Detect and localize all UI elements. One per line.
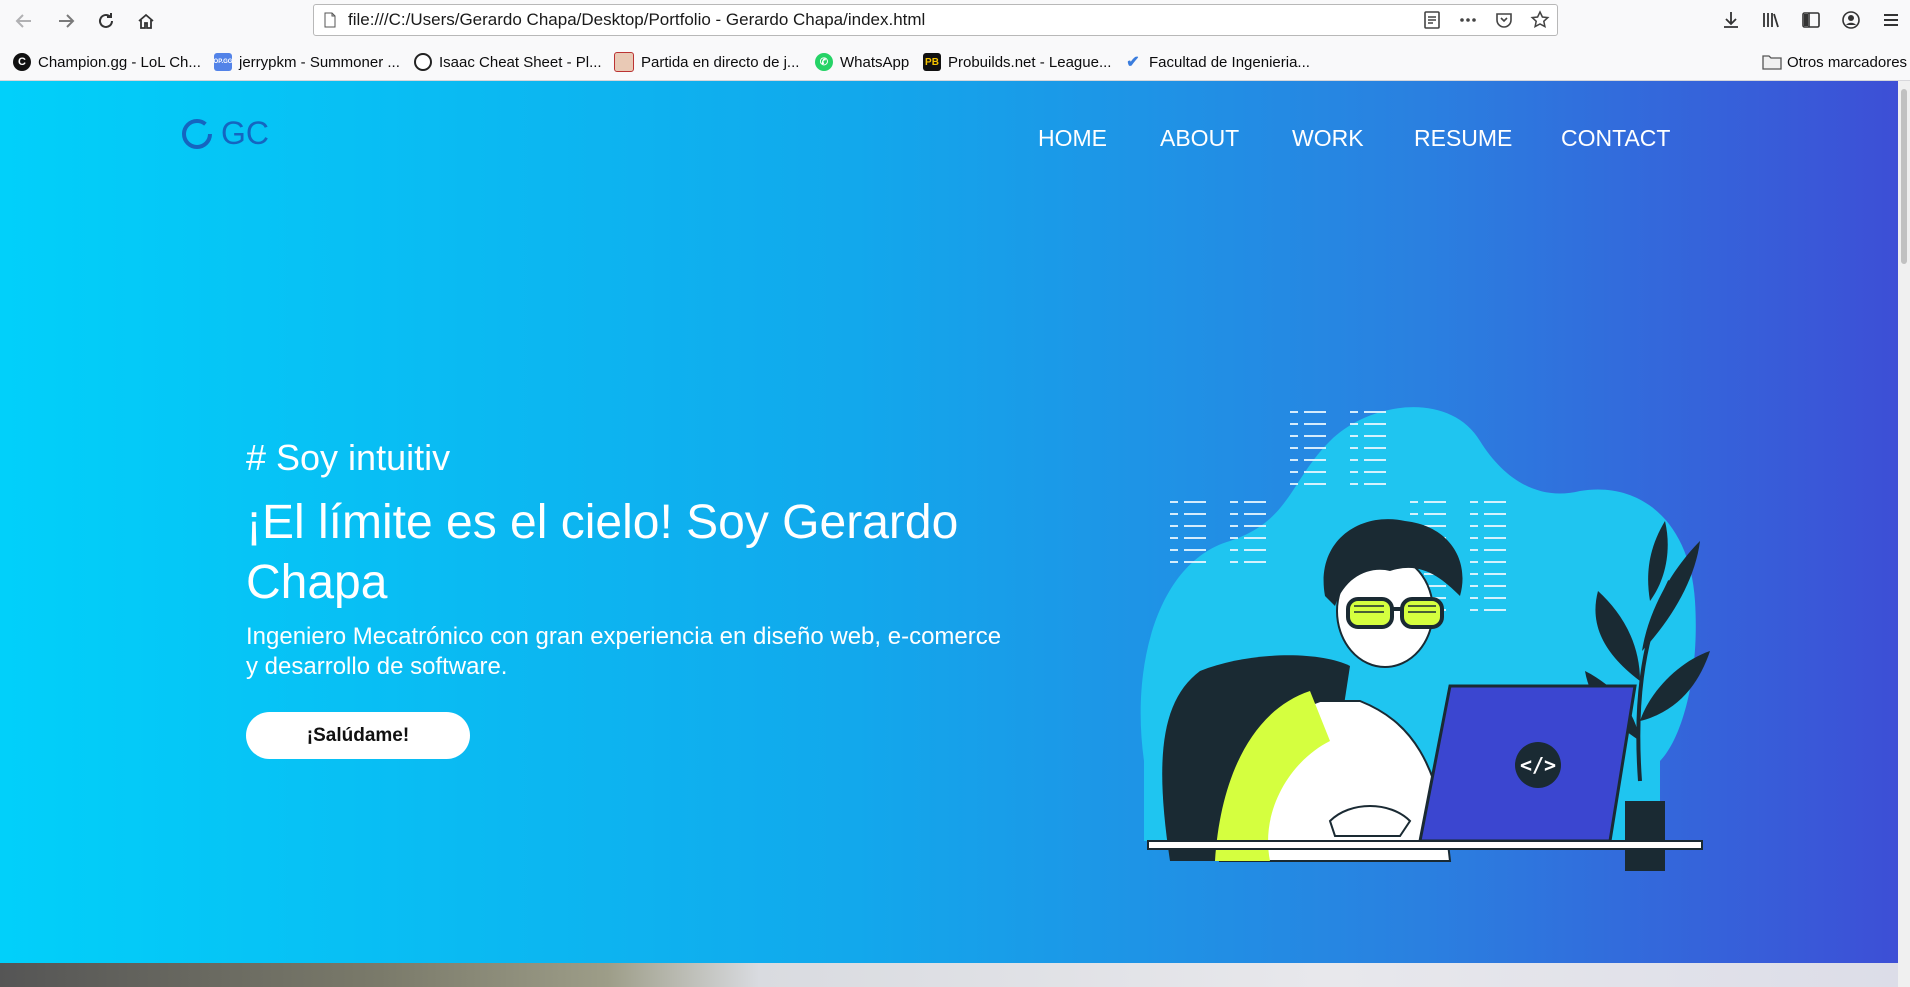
scroll-thumb[interactable] — [1901, 89, 1907, 264]
hero-subtitle: Ingeniero Mecatrónico con gran experienc… — [246, 623, 1002, 680]
url-bar[interactable]: file:///C:/Users/Gerardo Chapa/Desktop/P… — [313, 4, 1558, 36]
library-icon[interactable] — [1760, 9, 1782, 31]
forward-button[interactable] — [52, 7, 80, 35]
bookmark-item[interactable]: ✔ Facultad de Ingenieria... — [1124, 52, 1310, 72]
opgg-icon: OP.GG — [214, 53, 232, 71]
menu-icon[interactable] — [1880, 9, 1902, 31]
back-button[interactable] — [10, 7, 38, 35]
arrow-right-icon — [59, 14, 75, 28]
bookmark-label: Champion.gg - LoL Ch... — [38, 53, 201, 71]
hero-section: GC HOME ABOUT WORK RESUME CONTACT # Soy … — [0, 81, 1898, 963]
pocket-icon[interactable] — [1493, 9, 1515, 31]
whatsapp-icon: ✆ — [815, 53, 833, 71]
nav-home[interactable]: HOME — [1038, 125, 1107, 152]
hero-headline: ¡El límite es el cielo! Soy Gerardo Chap… — [246, 496, 959, 609]
reload-button[interactable] — [92, 7, 120, 35]
arrow-left-icon — [15, 14, 31, 28]
reload-icon — [99, 13, 113, 28]
folder-icon — [1762, 55, 1782, 70]
home-icon — [138, 13, 154, 29]
bookmarks-bar: C Champion.gg - LoL Ch... OP.GG jerrypkm… — [0, 42, 1910, 81]
bookmark-item[interactable]: PB Probuilds.net - League... — [923, 52, 1111, 72]
bookmark-item[interactable]: ✆ WhatsApp — [815, 52, 909, 72]
bookmark-label: Probuilds.net - League... — [948, 53, 1112, 71]
bookmark-item[interactable]: C Champion.gg - LoL Ch... — [13, 52, 201, 72]
browser-toolbar: file:///C:/Users/Gerardo Chapa/Desktop/P… — [0, 0, 1910, 42]
probuilds-icon: PB — [923, 53, 941, 71]
page-icon — [324, 12, 336, 28]
site-logo[interactable]: GC — [180, 115, 269, 152]
bookmark-item[interactable]: Isaac Cheat Sheet - Pl... — [414, 52, 602, 72]
reader-view-icon[interactable] — [1421, 9, 1443, 31]
download-icon[interactable] — [1720, 9, 1742, 31]
page-scrollbar[interactable] — [1898, 81, 1910, 987]
bookmark-label: Isaac Cheat Sheet - Pl... — [439, 53, 602, 71]
code-icon: </> — [1520, 753, 1556, 777]
nav-work[interactable]: WORK — [1292, 125, 1364, 152]
url-text[interactable]: file:///C:/Users/Gerardo Chapa/Desktop/P… — [348, 10, 925, 30]
next-section-preview — [0, 963, 1898, 987]
logo-text: GC — [221, 115, 269, 151]
logo-ring-icon — [182, 118, 212, 149]
nav-about[interactable]: ABOUT — [1160, 125, 1239, 152]
bookmark-item[interactable]: Partida en directo de j... — [614, 52, 799, 72]
more-actions-icon[interactable] — [1457, 9, 1479, 31]
isaac-icon — [414, 53, 432, 71]
bookmark-label: Partida en directo de j... — [641, 53, 800, 71]
hero-tagline: # Soy intuitiv — [246, 437, 451, 478]
nav-resume[interactable]: RESUME — [1414, 125, 1512, 152]
other-bookmarks[interactable]: Otros marcadores — [1762, 52, 1907, 72]
bookmark-star-icon[interactable] — [1529, 9, 1551, 31]
page-viewport: GC HOME ABOUT WORK RESUME CONTACT # Soy … — [0, 81, 1910, 987]
bookmark-label: WhatsApp — [840, 53, 910, 71]
check-icon: ✔ — [1126, 54, 1140, 71]
bookmark-label: Facultad de Ingenieria... — [1149, 53, 1310, 71]
developer-illustration: </> — [1140, 407, 1710, 871]
champion-gg-icon: C — [13, 53, 31, 71]
desk — [1147, 840, 1703, 850]
other-bookmarks-label: Otros marcadores — [1787, 53, 1908, 71]
bookmark-label: jerrypkm - Summoner ... — [239, 53, 400, 71]
bookmark-item[interactable]: OP.GG jerrypkm - Summoner ... — [214, 52, 400, 72]
greet-button[interactable]: ¡Salúdame! — [246, 712, 470, 759]
sidebar-icon[interactable] — [1800, 9, 1822, 31]
partida-icon — [614, 52, 634, 72]
account-icon[interactable] — [1840, 9, 1862, 31]
home-button[interactable] — [132, 7, 160, 35]
nav-contact[interactable]: CONTACT — [1561, 125, 1670, 152]
